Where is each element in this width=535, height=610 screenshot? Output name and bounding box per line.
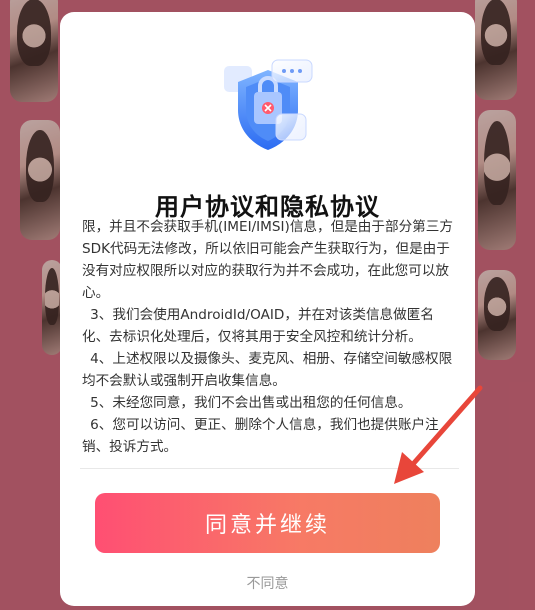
arrow-icon bbox=[394, 385, 483, 484]
decline-link[interactable]: 不同意 bbox=[60, 573, 475, 593]
agree-continue-button[interactable]: 同意并继续 bbox=[95, 493, 440, 553]
privacy-dialog: 用户协议和隐私协议 限，并且不会获取手机(IMEI/IMSI)信息，但是由于部分… bbox=[60, 12, 475, 606]
agreement-paragraph: 限，并且不会获取手机(IMEI/IMSI)信息，但是由于部分第三方SDK代码无法… bbox=[82, 219, 453, 301]
agreement-paragraph: 3、我们会使用AndroidId/OAID，并在对该类信息做匿名化、去标识化处理… bbox=[82, 307, 434, 345]
shield-icon bbox=[216, 52, 320, 160]
